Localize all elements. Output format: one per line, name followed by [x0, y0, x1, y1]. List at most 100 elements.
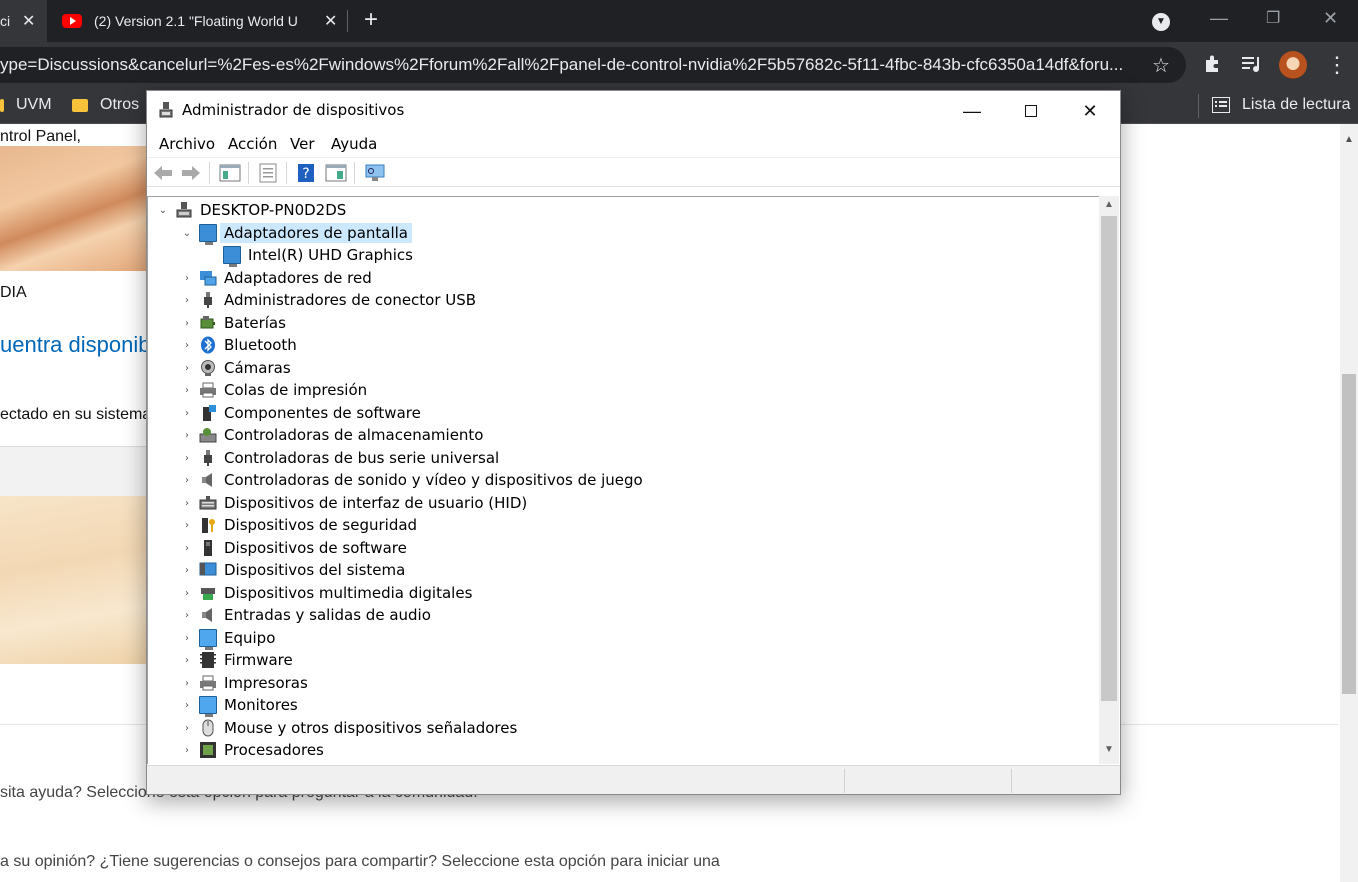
tree-item-hid[interactable]: › Dispositivos de interfaz de usuario (HI… [180, 492, 527, 514]
tree-item-procesadores[interactable]: › Procesadores [180, 739, 324, 761]
help-icon[interactable]: ? [296, 163, 318, 183]
chevron-right-icon[interactable]: › [180, 430, 194, 441]
tree-item-colas-de-impresion[interactable]: › Colas de impresión [180, 379, 367, 401]
minimize-icon[interactable]: — [1210, 8, 1228, 29]
youtube-icon [62, 14, 82, 28]
chevron-right-icon[interactable]: › [180, 498, 194, 509]
tree-item-bluetooth[interactable]: › Bluetooth [180, 334, 297, 356]
address-bar[interactable]: ype=Discussions&cancelurl=%2Fes-es%2Fwin… [0, 47, 1186, 83]
chevron-down-icon[interactable]: ⌄ [180, 228, 194, 239]
chevron-right-icon[interactable]: › [180, 543, 194, 554]
tree-item-multimedia-digitales[interactable]: › Dispositivos multimedia digitales [180, 582, 472, 604]
system-device-icon [199, 562, 217, 576]
new-tab-icon[interactable]: + [364, 8, 378, 32]
title-bar[interactable]: Administrador de dispositivos — ✕ [147, 91, 1120, 129]
chevron-right-icon[interactable]: › [180, 565, 194, 576]
scroll-up-icon[interactable]: ▲ [1344, 134, 1354, 145]
tree-item-impresoras[interactable]: › Impresoras [180, 672, 308, 694]
tree-item-label: Administradores de conector USB [224, 291, 477, 309]
tree-item-controladoras-de-almacenamiento[interactable]: › Controladoras de almacenamiento [180, 424, 483, 446]
chevron-down-icon[interactable]: ⌄ [156, 205, 170, 216]
profile-avatar[interactable] [1279, 51, 1307, 79]
close-icon[interactable]: ✕ [1067, 97, 1113, 125]
page-link[interactable]: uentra disponib [0, 332, 150, 358]
chevron-right-icon[interactable]: › [180, 700, 194, 711]
tree-root[interactable]: ⌄ DESKTOP-PN0D2DS [156, 199, 347, 221]
tree-item-componentes-de-software[interactable]: › Componentes de software [180, 402, 421, 424]
browser-tab-strip: ci ✕ (2) Version 2.1 "Floating World U ✕… [0, 0, 1358, 42]
tree-item-adaptadores-de-pantalla[interactable]: ⌄ Adaptadores de pantalla [180, 222, 412, 245]
tree-item-controladoras-sonido[interactable]: › Controladoras de sonido y vídeo y dispo… [180, 469, 643, 491]
tree-item-label: Monitores [224, 696, 298, 714]
chevron-right-icon[interactable]: › [180, 340, 194, 351]
media-control-icon[interactable] [1241, 54, 1263, 79]
chevron-right-icon[interactable]: › [180, 520, 194, 531]
close-icon[interactable]: ✕ [22, 11, 35, 31]
forward-icon[interactable] [180, 163, 202, 183]
tree-item-baterias[interactable]: › Baterías [180, 312, 286, 334]
menu-archivo[interactable]: Archivo [159, 135, 215, 153]
chevron-right-icon[interactable]: › [180, 610, 194, 621]
bookmark-star-icon[interactable]: ☆ [1152, 53, 1170, 78]
tree-item-adaptadores-de-red[interactable]: › Adaptadores de red [180, 267, 372, 289]
scroll-up-icon[interactable]: ▲ [1104, 199, 1114, 210]
close-window-icon[interactable]: ✕ [1323, 8, 1338, 29]
chevron-right-icon[interactable]: › [180, 318, 194, 329]
tree-item-camaras[interactable]: › Cámaras [180, 357, 291, 379]
action-pane-icon[interactable] [325, 163, 347, 183]
chevron-right-icon[interactable]: › [180, 385, 194, 396]
scroll-down-icon[interactable]: ▼ [1104, 744, 1114, 755]
menu-ayuda[interactable]: Ayuda [331, 135, 377, 153]
tab-search-icon[interactable]: ▼ [1152, 13, 1170, 31]
chevron-right-icon[interactable]: › [180, 745, 194, 756]
tree-item-firmware[interactable]: › Firmware [180, 649, 293, 671]
menu-ver[interactable]: Ver [290, 135, 315, 153]
maximize-icon[interactable] [1008, 97, 1054, 125]
chevron-right-icon[interactable]: › [180, 723, 194, 734]
tree-item-mouse[interactable]: › Mouse y otros dispositivos señaladores [180, 717, 517, 739]
menu-accion[interactable]: Acción [228, 135, 277, 153]
chevron-right-icon[interactable]: › [180, 295, 194, 306]
tree-item-label: Controladoras de sonido y vídeo y dispos… [224, 471, 643, 489]
tree-item-equipo[interactable]: › Equipo [180, 627, 275, 650]
show-hide-console-tree-icon[interactable] [219, 163, 241, 183]
bookmark-otros[interactable]: Otros [72, 96, 139, 114]
bookmark-uvm[interactable]: UVM [0, 96, 52, 114]
restore-icon[interactable]: ❐ [1266, 8, 1280, 28]
tree-item-monitores[interactable]: › Monitores [180, 694, 298, 717]
reading-list-button[interactable]: Lista de lectura [1212, 96, 1351, 114]
tree-scroll-thumb[interactable] [1101, 216, 1117, 701]
minimize-icon[interactable]: — [949, 97, 995, 125]
chevron-right-icon[interactable]: › [180, 655, 194, 666]
chevron-right-icon[interactable]: › [180, 408, 194, 419]
device-tree[interactable]: ⌄ DESKTOP-PN0D2DS ⌄ Adaptadores de panta… [147, 196, 1099, 764]
tree-scrollbar[interactable]: ▲ ▼ [1099, 196, 1119, 764]
chevron-right-icon[interactable]: › [180, 475, 194, 486]
close-icon[interactable]: ✕ [324, 11, 337, 31]
properties-icon[interactable] [257, 163, 279, 183]
tree-item-dispositivos-de-software[interactable]: › Dispositivos de software [180, 537, 407, 559]
scan-hardware-icon[interactable] [364, 163, 386, 183]
back-icon[interactable] [152, 163, 174, 183]
tree-item-usb-connector[interactable]: › Administradores de conector USB [180, 289, 476, 311]
page-scroll-thumb[interactable] [1342, 374, 1356, 694]
chevron-right-icon[interactable]: › [180, 363, 194, 374]
chevron-right-icon[interactable]: › [180, 453, 194, 464]
kebab-menu-icon[interactable]: ⋮ [1326, 54, 1348, 76]
tab-youtube[interactable]: (2) Version 2.1 "Floating World U ✕ [58, 0, 343, 42]
chevron-right-icon[interactable]: › [180, 588, 194, 599]
display-adapter-icon [223, 246, 241, 267]
page-feedback-text[interactable]: a su opinión? ¿Tiene sugerencias o conse… [0, 853, 720, 871]
tree-item-controladoras-bus-serie[interactable]: › Controladoras de bus serie universal [180, 447, 499, 469]
chevron-right-icon[interactable]: › [180, 273, 194, 284]
software-device-icon [204, 540, 212, 556]
computer-icon [199, 629, 217, 650]
tree-item-dispositivos-del-sistema[interactable]: › Dispositivos del sistema [180, 559, 405, 581]
chevron-right-icon[interactable]: › [180, 678, 194, 689]
tree-item-seguridad[interactable]: › Dispositivos de seguridad [180, 514, 417, 536]
tree-item-entradas-salidas-audio[interactable]: › Entradas y salidas de audio [180, 604, 431, 626]
chevron-right-icon[interactable]: › [180, 633, 194, 644]
tree-device-intel-uhd-graphics[interactable]: Intel(R) UHD Graphics [223, 244, 413, 267]
tab-active[interactable]: ci ✕ [0, 0, 47, 42]
extensions-icon[interactable] [1202, 54, 1222, 79]
